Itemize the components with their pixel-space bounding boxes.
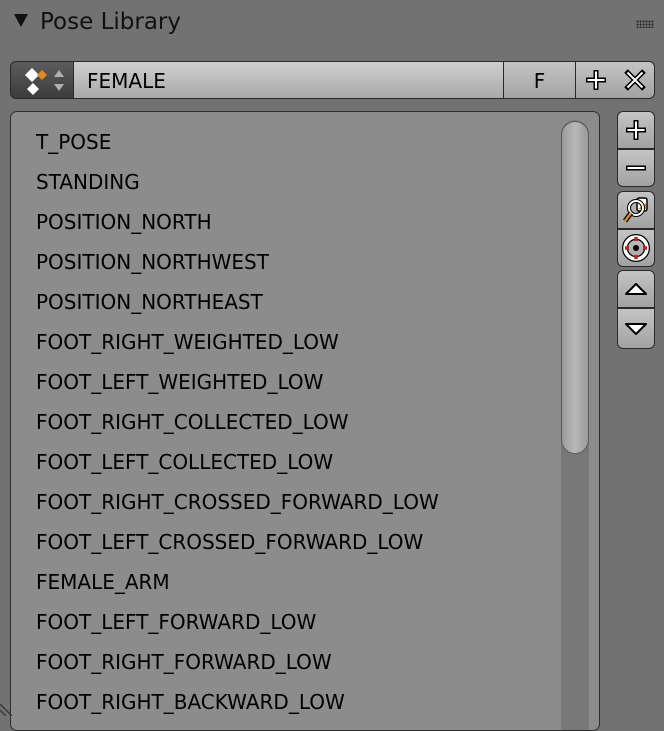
- list-item[interactable]: FOOT_LEFT_WEIGHTED_LOW: [36, 370, 323, 394]
- browse-poses-icon: [623, 197, 648, 223]
- list-item[interactable]: FOOT_RIGHT_COLLECTED_LOW: [36, 410, 349, 434]
- list-item[interactable]: POSITION_NORTHEAST: [36, 290, 263, 314]
- list-item[interactable]: STANDING: [36, 170, 140, 194]
- add-pose-button[interactable]: [617, 111, 655, 149]
- move-pose-down-button[interactable]: [617, 308, 655, 349]
- list-item[interactable]: FOOT_LEFT_COLLECTED_LOW: [36, 450, 333, 474]
- sanitize-icon: [622, 234, 650, 262]
- scrollbar-thumb[interactable]: [561, 121, 589, 454]
- collapse-arrow-icon[interactable]: [14, 14, 28, 27]
- move-up-icon: [625, 283, 647, 295]
- panel-header[interactable]: Pose Library: [0, 0, 664, 46]
- list-item[interactable]: FEMALE_ARM: [36, 570, 170, 594]
- plus-icon: [585, 70, 606, 90]
- browse-poses-button[interactable]: [617, 191, 655, 229]
- list-item[interactable]: FOOT_LEFT_FORWARD_LOW: [36, 610, 316, 634]
- list-item[interactable]: FOOT_RIGHT_FORWARD_LOW: [36, 650, 332, 674]
- close-icon: [623, 69, 646, 91]
- new-library-button[interactable]: [576, 61, 616, 99]
- pose-list[interactable]: T_POSE STANDING POSITION_NORTH POSITION_…: [10, 111, 600, 731]
- list-item[interactable]: FOOT_RIGHT_BACKWARD_LOW: [36, 690, 345, 714]
- list-item[interactable]: FOOT_RIGHT_WEIGHTED_LOW: [36, 330, 339, 354]
- library-selector: FEMALE F: [10, 61, 655, 99]
- fake-user-toggle[interactable]: F: [504, 61, 576, 99]
- list-item[interactable]: T_POSE: [36, 130, 111, 154]
- list-item[interactable]: FOOT_LEFT_CROSSED_FORWARD_LOW: [36, 530, 423, 554]
- list-item[interactable]: POSITION_NORTHWEST: [36, 250, 269, 274]
- drag-grip-icon[interactable]: [636, 20, 654, 28]
- move-pose-up-button[interactable]: [617, 270, 655, 308]
- resize-corner-icon[interactable]: [0, 690, 26, 716]
- library-name-field[interactable]: FEMALE: [74, 61, 504, 99]
- sanitize-poses-button[interactable]: [617, 229, 655, 267]
- library-browse-button[interactable]: [10, 61, 74, 99]
- remove-pose-button[interactable]: [617, 149, 655, 187]
- armature-pose-icon: [25, 68, 64, 95]
- add-pose-icon: [626, 120, 646, 140]
- panel-title: Pose Library: [40, 9, 181, 35]
- list-item[interactable]: POSITION_NORTH: [36, 210, 212, 234]
- unlink-library-button[interactable]: [615, 61, 655, 99]
- list-item[interactable]: FOOT_RIGHT_CROSSED_FORWARD_LOW: [36, 490, 439, 514]
- move-down-icon: [625, 322, 647, 335]
- remove-pose-icon: [626, 165, 646, 171]
